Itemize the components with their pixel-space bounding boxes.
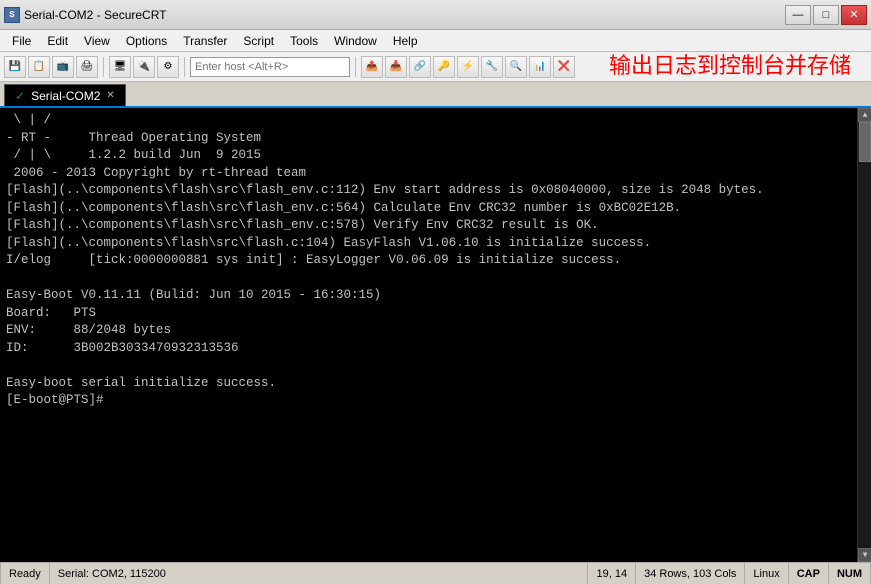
tab-close-button[interactable]: ✕ (106, 90, 114, 101)
scrollbar[interactable]: ▲ ▼ (857, 108, 871, 562)
toolbar-btn-4[interactable]: 🔑 (433, 56, 455, 78)
toolbar-btn-7[interactable]: 🔍 (505, 56, 527, 78)
status-connection: Serial: COM2, 115200 (50, 563, 589, 584)
status-ready: Ready (0, 563, 50, 584)
scroll-up-button[interactable]: ▲ (858, 108, 871, 122)
toolbar-disconnect[interactable]: 🔌 (133, 56, 155, 78)
status-cap: CAP (789, 563, 829, 584)
toolbar-btn-9[interactable]: ❌ (553, 56, 575, 78)
toolbar: 💾 📋 📺 🖨 🖥 🔌 ⚙ 📤 📥 🔗 🔑 ⚡ 🔧 🔍 📊 ❌ (0, 52, 871, 82)
title-left: S Serial-COM2 - SecureCRT (4, 7, 166, 23)
tab-label: Serial-COM2 (31, 89, 100, 103)
scroll-down-button[interactable]: ▼ (858, 548, 871, 562)
host-input[interactable] (190, 57, 350, 77)
close-button[interactable]: ✕ (841, 5, 867, 25)
minimize-button[interactable]: — (785, 5, 811, 25)
menu-edit[interactable]: Edit (39, 32, 76, 50)
terminal-content[interactable]: \ | / - RT - Thread Operating System / |… (0, 108, 857, 562)
status-num: NUM (829, 563, 871, 584)
terminal-container[interactable]: \ | / - RT - Thread Operating System / |… (0, 108, 871, 562)
toolbar-print[interactable]: 🖨 (76, 56, 98, 78)
tab-check-icon: ✓ (15, 89, 25, 103)
menu-options[interactable]: Options (118, 32, 175, 50)
app-icon: S (4, 7, 20, 23)
toolbar-btn-3[interactable]: 🔗 (409, 56, 431, 78)
toolbar-btn-8[interactable]: 📊 (529, 56, 551, 78)
menu-script[interactable]: Script (235, 32, 282, 50)
title-bar: S Serial-COM2 - SecureCRT — □ ✕ (0, 0, 871, 30)
menu-window[interactable]: Window (326, 32, 385, 50)
toolbar-settings[interactable]: ⚙ (157, 56, 179, 78)
scrollbar-thumb[interactable] (859, 122, 871, 162)
toolbar-btn-1[interactable]: 📤 (361, 56, 383, 78)
menu-view[interactable]: View (76, 32, 118, 50)
menu-transfer[interactable]: Transfer (175, 32, 235, 50)
menu-tools[interactable]: Tools (282, 32, 326, 50)
title-buttons: — □ ✕ (785, 5, 867, 25)
toolbar-sep-3 (355, 57, 356, 77)
status-bar: Ready Serial: COM2, 115200 19, 14 34 Row… (0, 562, 871, 584)
toolbar-save[interactable]: 📺 (52, 56, 74, 78)
toolbar-btn-5[interactable]: ⚡ (457, 56, 479, 78)
status-position: 19, 14 (588, 563, 636, 584)
menu-bar: File Edit View Options Transfer Script T… (0, 30, 871, 52)
toolbar-sep-1 (103, 57, 104, 77)
toolbar-open[interactable]: 📋 (28, 56, 50, 78)
toolbar-btn-2[interactable]: 📥 (385, 56, 407, 78)
toolbar-btn-6[interactable]: 🔧 (481, 56, 503, 78)
menu-file[interactable]: File (4, 32, 39, 50)
toolbar-sep-2 (184, 57, 185, 77)
menu-help[interactable]: Help (385, 32, 426, 50)
tab-bar: ✓ Serial-COM2 ✕ (0, 82, 871, 108)
toolbar-new[interactable]: 💾 (4, 56, 26, 78)
maximize-button[interactable]: □ (813, 5, 839, 25)
tab-serial-com2[interactable]: ✓ Serial-COM2 ✕ (4, 84, 126, 106)
toolbar-connect[interactable]: 🖥 (109, 56, 131, 78)
status-os: Linux (745, 563, 788, 584)
status-size: 34 Rows, 103 Cols (636, 563, 745, 584)
title-text: Serial-COM2 - SecureCRT (24, 8, 166, 22)
